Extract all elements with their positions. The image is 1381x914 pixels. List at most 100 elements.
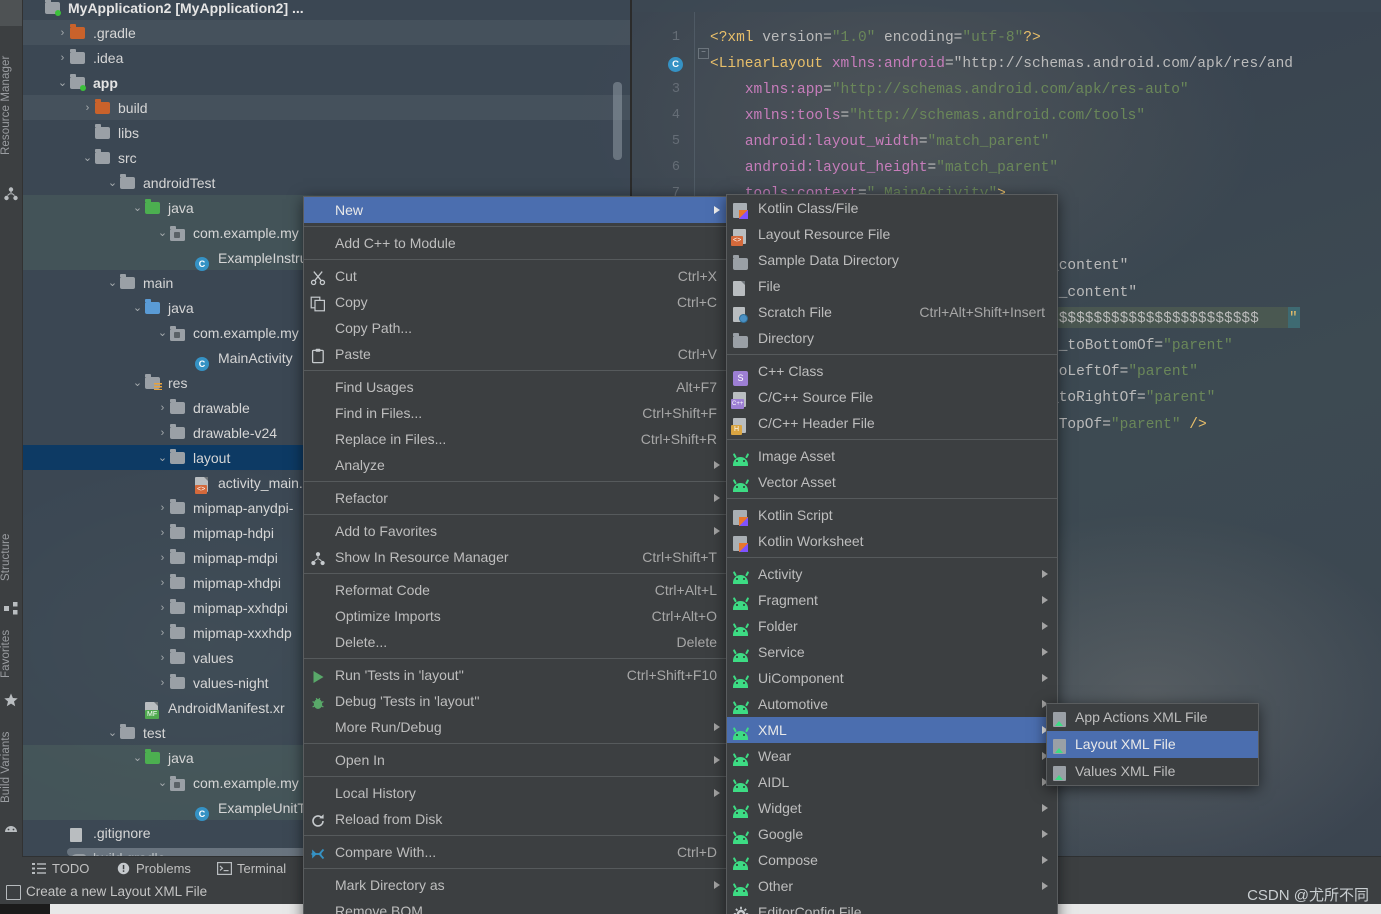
tree-twisty[interactable]: ⌄: [55, 71, 70, 96]
event-log-icon[interactable]: [6, 885, 21, 900]
new-submenu[interactable]: Kotlin Class/File Layout Resource File Sam…: [726, 194, 1058, 914]
context-menu-item[interactable]: Remove BOM: [304, 898, 729, 914]
context-menu-item[interactable]: Optimize Imports Ctrl+Alt+O: [304, 603, 729, 629]
new-submenu-item[interactable]: Wear: [727, 743, 1057, 769]
xml-submenu-item[interactable]: App Actions XML File: [1047, 704, 1258, 731]
project-tree-row[interactable]: ⌄ androidTest: [22, 170, 630, 195]
project-tree-horizontal-scrollbar[interactable]: [67, 848, 307, 856]
context-menu-item[interactable]: Local History: [304, 780, 729, 806]
context-menu-item[interactable]: More Run/Debug: [304, 714, 729, 740]
new-submenu-item[interactable]: AIDL: [727, 769, 1057, 795]
context-menu-item[interactable]: Mark Directory as: [304, 872, 729, 898]
tree-twisty[interactable]: ⌄: [105, 271, 120, 296]
sidebar-tab-structure[interactable]: Structure: [0, 518, 22, 596]
tree-twisty[interactable]: ›: [155, 546, 170, 571]
tree-twisty[interactable]: ›: [155, 671, 170, 696]
tree-twisty[interactable]: ›: [155, 396, 170, 421]
xml-submenu[interactable]: App Actions XML File Layout XML File Value…: [1046, 703, 1259, 786]
context-menu-item[interactable]: Run 'Tests in 'layout'' Ctrl+Shift+F10: [304, 662, 729, 688]
context-menu[interactable]: New Add C++ to Module Cut Ctrl+X Copy Ctrl+C C…: [303, 196, 730, 914]
context-menu-item[interactable]: Reload from Disk: [304, 806, 729, 832]
new-submenu-item[interactable]: EditorConfig File: [727, 899, 1057, 914]
context-menu-item[interactable]: Add C++ to Module: [304, 230, 729, 256]
new-submenu-item[interactable]: Layout Resource File: [727, 221, 1057, 247]
new-submenu-item[interactable]: Vector Asset: [727, 469, 1057, 495]
tool-button-terminal[interactable]: Terminal: [217, 857, 286, 881]
new-submenu-item[interactable]: Image Asset: [727, 443, 1057, 469]
context-menu-item[interactable]: Copy Ctrl+C: [304, 289, 729, 315]
tree-twisty[interactable]: ›: [80, 96, 95, 121]
tree-twisty[interactable]: ⌄: [105, 721, 120, 746]
new-submenu-item[interactable]: XML: [727, 717, 1057, 743]
tree-twisty[interactable]: ⌄: [155, 771, 170, 796]
context-menu-item[interactable]: Find Usages Alt+F7: [304, 374, 729, 400]
context-menu-item[interactable]: Paste Ctrl+V: [304, 341, 729, 367]
context-menu-item[interactable]: Replace in Files... Ctrl+Shift+R: [304, 426, 729, 452]
new-submenu-item[interactable]: S C++ Class: [727, 358, 1057, 386]
context-menu-item[interactable]: Refactor: [304, 485, 729, 511]
tree-twisty[interactable]: ›: [155, 421, 170, 446]
context-menu-item[interactable]: Add to Favorites: [304, 518, 729, 544]
project-tree-row[interactable]: ⌄ src: [22, 145, 630, 170]
project-tree-row[interactable]: › .gradle: [22, 20, 630, 45]
new-submenu-item[interactable]: C/C++ Header File: [727, 410, 1057, 436]
tree-twisty[interactable]: ›: [55, 46, 70, 71]
context-menu-item[interactable]: New: [304, 197, 729, 223]
new-submenu-item[interactable]: Kotlin Worksheet: [727, 528, 1057, 554]
tree-twisty[interactable]: ›: [155, 596, 170, 621]
tree-twisty[interactable]: ⌄: [130, 371, 145, 396]
context-menu-item[interactable]: Show In Resource Manager Ctrl+Shift+T: [304, 544, 729, 570]
tree-twisty[interactable]: ›: [55, 21, 70, 46]
project-tree-vertical-scrollbar[interactable]: [613, 82, 622, 160]
tool-button-todo[interactable]: TODO: [32, 857, 89, 881]
project-tree-row[interactable]: › .idea: [22, 45, 630, 70]
tree-twisty[interactable]: ⌄: [155, 321, 170, 346]
context-menu-item[interactable]: Cut Ctrl+X: [304, 263, 729, 289]
tool-button-problems[interactable]: Problems: [116, 857, 191, 881]
sidebar-tab-resource-manager[interactable]: Resource Manager: [0, 30, 22, 180]
new-submenu-item[interactable]: Sample Data Directory: [727, 247, 1057, 273]
tree-twisty[interactable]: ⌄: [155, 446, 170, 471]
context-menu-item[interactable]: Analyze: [304, 452, 729, 478]
project-tree-row[interactable]: libs: [22, 120, 630, 145]
xml-submenu-item[interactable]: Layout XML File: [1047, 731, 1258, 758]
new-submenu-item[interactable]: Service: [727, 639, 1057, 665]
new-submenu-item[interactable]: Widget: [727, 795, 1057, 821]
new-submenu-item[interactable]: Scratch File Ctrl+Alt+Shift+Insert: [727, 299, 1057, 325]
new-submenu-item[interactable]: Other: [727, 873, 1057, 899]
context-menu-item[interactable]: Debug 'Tests in 'layout'': [304, 688, 729, 714]
new-submenu-item[interactable]: Google: [727, 821, 1057, 847]
new-submenu-item[interactable]: Activity: [727, 561, 1057, 587]
project-tree-row[interactable]: MyApplication2 [MyApplication2] ...: [22, 0, 630, 20]
tree-twisty[interactable]: ⌄: [130, 196, 145, 221]
tree-twisty[interactable]: ⌄: [130, 296, 145, 321]
tree-twisty[interactable]: ›: [155, 521, 170, 546]
context-menu-item[interactable]: Delete... Delete: [304, 629, 729, 655]
new-submenu-item[interactable]: Kotlin Class/File: [727, 195, 1057, 221]
tree-twisty[interactable]: ⌄: [155, 221, 170, 246]
new-submenu-item[interactable]: Fragment: [727, 587, 1057, 613]
context-menu-item[interactable]: Compare With... Ctrl+D: [304, 839, 729, 865]
new-submenu-item[interactable]: Automotive: [727, 691, 1057, 717]
new-submenu-item[interactable]: File: [727, 273, 1057, 299]
tree-twisty[interactable]: ›: [155, 571, 170, 596]
context-menu-item[interactable]: Find in Files... Ctrl+Shift+F: [304, 400, 729, 426]
new-submenu-item[interactable]: Kotlin Script: [727, 502, 1057, 528]
tree-twisty[interactable]: ›: [155, 646, 170, 671]
context-menu-item[interactable]: Reformat Code Ctrl+Alt+L: [304, 577, 729, 603]
new-submenu-item[interactable]: Directory: [727, 325, 1057, 351]
project-tree-row[interactable]: › build: [22, 95, 630, 120]
new-submenu-item[interactable]: Compose: [727, 847, 1057, 873]
context-menu-item[interactable]: Copy Path...: [304, 315, 729, 341]
tree-twisty[interactable]: ›: [155, 496, 170, 521]
new-submenu-item[interactable]: UiComponent: [727, 665, 1057, 691]
new-submenu-item[interactable]: C/C++ Source File: [727, 384, 1057, 410]
sidebar-tab-favorites[interactable]: Favorites: [0, 618, 22, 690]
project-tree-row[interactable]: ⌄ app: [22, 70, 630, 95]
xml-submenu-item[interactable]: Values XML File: [1047, 758, 1258, 785]
sidebar-tab-build-variants[interactable]: Build Variants: [0, 714, 22, 820]
tree-twisty[interactable]: ›: [155, 621, 170, 646]
new-submenu-item[interactable]: Folder: [727, 613, 1057, 639]
tree-twisty[interactable]: ⌄: [105, 171, 120, 196]
context-menu-item[interactable]: Open In: [304, 747, 729, 773]
